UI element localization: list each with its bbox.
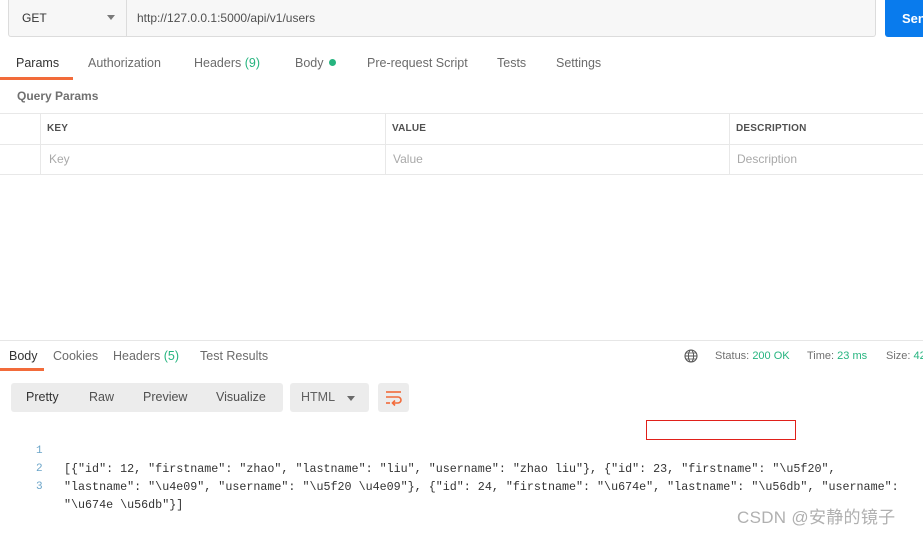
value-input[interactable]: Value (386, 145, 726, 175)
view-preview-button[interactable]: Preview (143, 390, 187, 404)
view-mode-group: Pretty Raw Preview Visualize (11, 383, 283, 412)
tab-tests[interactable]: Tests (497, 51, 526, 80)
time-readout: Time: 23 ms (807, 350, 867, 362)
column-divider (385, 113, 386, 175)
column-divider (729, 113, 730, 175)
code-text: [{"id": 12, "firstname": "zhao", "lastna… (64, 462, 836, 476)
code-text: "lastname": "\u4e09", "username": "\u5f2… (64, 480, 899, 494)
column-header-value: VALUE (392, 123, 427, 134)
tab-params-label: Params (16, 56, 60, 70)
line-number: 1 (36, 445, 43, 457)
column-header-description: DESCRIPTION (736, 123, 807, 134)
view-raw-button[interactable]: Raw (89, 390, 114, 404)
line-number: 2 (36, 463, 43, 475)
wrap-lines-button[interactable] (378, 383, 409, 412)
method-select[interactable]: GET (9, 0, 127, 36)
active-tab-indicator (0, 368, 44, 371)
pane-divider[interactable] (0, 340, 923, 341)
format-select[interactable]: HTML (290, 383, 369, 412)
response-tab-cookies-label: Cookies (53, 349, 99, 363)
code-line: 2 "lastname": "\u4e09", "username": "\u5… (0, 442, 899, 494)
response-tab-body-label: Body (9, 349, 38, 363)
request-bar: GET (8, 0, 876, 37)
wrap-lines-icon (386, 391, 402, 407)
tab-body[interactable]: Body (295, 51, 336, 80)
body-indicator-dot (328, 59, 336, 66)
chevron-down-icon (347, 396, 355, 401)
globe-icon[interactable] (684, 349, 698, 363)
chevron-down-icon (107, 15, 115, 20)
watermark: CSDN @安静的镜子 (737, 508, 896, 527)
code-line: 1 [{"id": 12, "firstname": "zhao", "last… (0, 424, 836, 476)
time-value[interactable]: 23 ms (837, 350, 867, 362)
active-tab-indicator (0, 77, 74, 80)
query-params-title: Query Params (17, 89, 99, 103)
tab-authorization[interactable]: Authorization (88, 51, 161, 80)
response-tab-headers[interactable]: Headers (5) (113, 349, 179, 363)
size-readout: Size: 42 (886, 350, 923, 362)
request-tabs: Params Authorization Headers (9) Body Pr… (0, 51, 923, 80)
column-divider (40, 113, 41, 175)
table-header-row: KEY VALUE DESCRIPTION (0, 113, 923, 144)
send-button[interactable]: Send (885, 0, 923, 37)
url-input[interactable] (127, 0, 875, 36)
status-label: Status: (715, 350, 750, 362)
view-visualize-button[interactable]: Visualize (216, 390, 266, 404)
send-label: Send (902, 11, 923, 26)
response-tab-test-results-label: Test Results (200, 349, 269, 363)
tab-headers-label: Headers (194, 56, 242, 70)
format-label: HTML (301, 390, 336, 404)
headers-count: (9) (244, 56, 261, 70)
time-label: Time: (807, 350, 835, 362)
view-pretty-button[interactable]: Pretty (26, 390, 59, 404)
code-line: 3 "\u674e \u56db"}] (0, 460, 183, 512)
description-input[interactable]: Description (730, 145, 920, 175)
status-readout: Status: 200 OK (715, 350, 790, 362)
tab-body-label: Body (295, 56, 324, 70)
response-tab-test-results[interactable]: Test Results (200, 349, 268, 363)
response-tab-headers-label: Headers (113, 349, 161, 363)
size-label: Size: (886, 350, 911, 362)
table-row: Key Value Description (0, 144, 923, 175)
tab-tests-label: Tests (497, 56, 527, 70)
tab-settings-label: Settings (556, 56, 602, 70)
line-number: 3 (36, 481, 43, 493)
key-input[interactable]: Key (42, 145, 382, 175)
method-label: GET (22, 11, 47, 25)
column-header-key: KEY (47, 123, 69, 134)
tab-headers[interactable]: Headers (9) (194, 51, 260, 80)
tab-pre-request-label: Pre-request Script (367, 56, 468, 70)
query-params-table: KEY VALUE DESCRIPTION Key Value Descript… (0, 113, 923, 175)
status-value[interactable]: 200 OK (752, 350, 789, 362)
annotation-highlight-box (646, 420, 796, 440)
size-value[interactable]: 42 (914, 350, 923, 362)
response-tab-cookies[interactable]: Cookies (53, 349, 98, 363)
tab-authorization-label: Authorization (88, 56, 161, 70)
tab-pre-request-script[interactable]: Pre-request Script (367, 51, 468, 80)
tab-settings[interactable]: Settings (556, 51, 601, 80)
response-tab-body[interactable]: Body (9, 349, 38, 363)
code-text: "\u674e \u56db"}] (64, 498, 184, 512)
tab-params[interactable]: Params (0, 51, 74, 80)
response-headers-count: (5) (163, 349, 180, 363)
